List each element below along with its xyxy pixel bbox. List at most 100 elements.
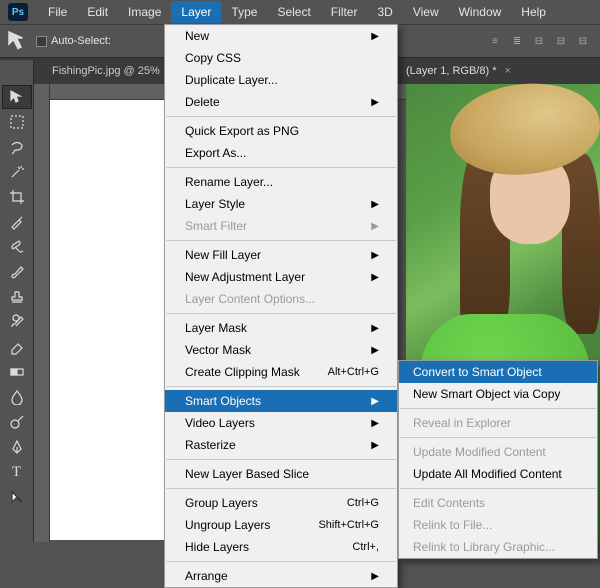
- menu-create-clipping-mask[interactable]: Create Clipping Mask Alt+Ctrl+G: [165, 361, 397, 383]
- submenu-arrow-icon: ▶: [371, 323, 379, 334]
- menu-new[interactable]: New ▶: [165, 25, 397, 47]
- shortcut: Ctrl+,: [352, 541, 379, 553]
- label: Relink to File...: [413, 518, 492, 532]
- brush-tool-icon[interactable]: [2, 260, 32, 284]
- align-icon[interactable]: ≡: [486, 32, 504, 50]
- label: New Fill Layer: [185, 248, 261, 262]
- dodge-tool-icon[interactable]: [2, 410, 32, 434]
- label: Create Clipping Mask: [185, 365, 300, 379]
- label: Reveal in Explorer: [413, 416, 511, 430]
- separator: [166, 386, 396, 387]
- menu-rasterize[interactable]: Rasterize▶: [165, 434, 397, 456]
- lasso-tool-icon[interactable]: [2, 135, 32, 159]
- menu-copy-css[interactable]: Copy CSS: [165, 47, 397, 69]
- submenu-arrow-icon: ▶: [371, 418, 379, 429]
- menu-view[interactable]: View: [403, 1, 449, 23]
- heal-tool-icon[interactable]: [2, 235, 32, 259]
- menu-window[interactable]: Window: [449, 1, 512, 23]
- menubar: Ps File Edit Image Layer Type Select Fil…: [0, 0, 600, 24]
- gradient-tool-icon[interactable]: [2, 360, 32, 384]
- type-tool-icon[interactable]: T: [2, 460, 32, 484]
- align-icon[interactable]: ⊟: [552, 32, 570, 50]
- label: Update All Modified Content: [413, 467, 562, 481]
- menu-smart-objects[interactable]: Smart Objects▶: [165, 390, 397, 412]
- pen-tool-icon[interactable]: [2, 435, 32, 459]
- menu-delete[interactable]: Delete▶: [165, 91, 397, 113]
- align-icon[interactable]: ≣: [508, 32, 526, 50]
- label: Layer Content Options...: [185, 292, 315, 306]
- menu-vector-mask[interactable]: Vector Mask▶: [165, 339, 397, 361]
- menu-help[interactable]: Help: [511, 1, 556, 23]
- tab-label: FishingPic.jpg @ 25%: [52, 65, 160, 77]
- submenu-new-smart-object-via-copy[interactable]: New Smart Object via Copy: [399, 383, 597, 405]
- label: Hide Layers: [185, 540, 249, 554]
- align-icon[interactable]: ⊟: [530, 32, 548, 50]
- history-brush-icon[interactable]: [2, 310, 32, 334]
- separator: [166, 167, 396, 168]
- menu-type[interactable]: Type: [221, 1, 267, 23]
- menu-ungroup-layers[interactable]: Ungroup LayersShift+Ctrl+G: [165, 514, 397, 536]
- canvas-document-1[interactable]: [50, 100, 170, 540]
- close-icon[interactable]: ×: [504, 65, 510, 77]
- menu-new-adjustment-layer[interactable]: New Adjustment Layer▶: [165, 266, 397, 288]
- menu-video-layers[interactable]: Video Layers▶: [165, 412, 397, 434]
- menu-export-as[interactable]: Export As...: [165, 142, 397, 164]
- move-tool-icon: [6, 29, 30, 53]
- menu-select[interactable]: Select: [267, 1, 320, 23]
- menu-rename-layer[interactable]: Rename Layer...: [165, 171, 397, 193]
- align-icon[interactable]: ⊟: [574, 32, 592, 50]
- submenu-arrow-icon: ▶: [371, 97, 379, 108]
- blur-tool-icon[interactable]: [2, 385, 32, 409]
- wand-tool-icon[interactable]: [2, 160, 32, 184]
- menu-filter[interactable]: Filter: [321, 1, 368, 23]
- menu-layer-mask[interactable]: Layer Mask▶: [165, 317, 397, 339]
- submenu-update-modified: Update Modified Content: [399, 441, 597, 463]
- separator: [400, 437, 596, 438]
- shortcut: Alt+Ctrl+G: [328, 366, 379, 378]
- submenu-convert-to-smart-object[interactable]: Convert to Smart Object: [399, 361, 597, 383]
- submenu-arrow-icon: ▶: [371, 396, 379, 407]
- menu-layer[interactable]: Layer: [171, 1, 221, 23]
- separator: [166, 116, 396, 117]
- submenu-arrow-icon: ▶: [371, 31, 379, 42]
- menu-3d[interactable]: 3D: [367, 1, 402, 23]
- stamp-tool-icon[interactable]: [2, 285, 32, 309]
- menu-hide-layers[interactable]: Hide Layers Ctrl+,: [165, 536, 397, 558]
- label: New Smart Object via Copy: [413, 387, 560, 401]
- align-tools: ≡ ≣ ⊟ ⊟ ⊟: [486, 32, 600, 50]
- menu-file[interactable]: File: [38, 1, 77, 23]
- smart-objects-submenu: Convert to Smart Object New Smart Object…: [398, 360, 598, 559]
- eyedropper-tool-icon[interactable]: [2, 210, 32, 234]
- menu-new-fill-layer[interactable]: New Fill Layer▶: [165, 244, 397, 266]
- menu-edit[interactable]: Edit: [77, 1, 118, 23]
- autoselect-checkbox[interactable]: [36, 36, 47, 47]
- crop-tool-icon[interactable]: [2, 185, 32, 209]
- menu-arrange[interactable]: Arrange▶: [165, 565, 397, 587]
- submenu-update-all-modified[interactable]: Update All Modified Content: [399, 463, 597, 485]
- separator: [166, 561, 396, 562]
- menu-new-layer-based-slice[interactable]: New Layer Based Slice: [165, 463, 397, 485]
- label: Rename Layer...: [185, 175, 273, 189]
- label: Convert to Smart Object: [413, 365, 542, 379]
- layer-dropdown: New ▶ Copy CSS Duplicate Layer... Delete▶…: [164, 24, 398, 588]
- submenu-reveal-in-explorer: Reveal in Explorer: [399, 412, 597, 434]
- path-tool-icon[interactable]: [2, 485, 32, 509]
- autoselect-label: Auto-Select:: [51, 35, 111, 47]
- label: New: [185, 29, 209, 43]
- label: Copy CSS: [185, 51, 241, 65]
- label: Rasterize: [185, 438, 236, 452]
- label: Layer Style: [185, 197, 245, 211]
- label: Relink to Library Graphic...: [413, 540, 555, 554]
- menu-quick-export[interactable]: Quick Export as PNG: [165, 120, 397, 142]
- menu-duplicate-layer[interactable]: Duplicate Layer...: [165, 69, 397, 91]
- menu-layer-style[interactable]: Layer Style▶: [165, 193, 397, 215]
- marquee-tool-icon[interactable]: [2, 110, 32, 134]
- menu-group-layers[interactable]: Group Layers Ctrl+G: [165, 492, 397, 514]
- menu-image[interactable]: Image: [118, 1, 171, 23]
- shortcut: Ctrl+G: [347, 497, 379, 509]
- label: Duplicate Layer...: [185, 73, 278, 87]
- move-tool-icon[interactable]: [2, 85, 32, 109]
- eraser-tool-icon[interactable]: [2, 335, 32, 359]
- label: Group Layers: [185, 496, 258, 510]
- tab-layer1[interactable]: (Layer 1, RGB/8) * ×: [406, 60, 511, 82]
